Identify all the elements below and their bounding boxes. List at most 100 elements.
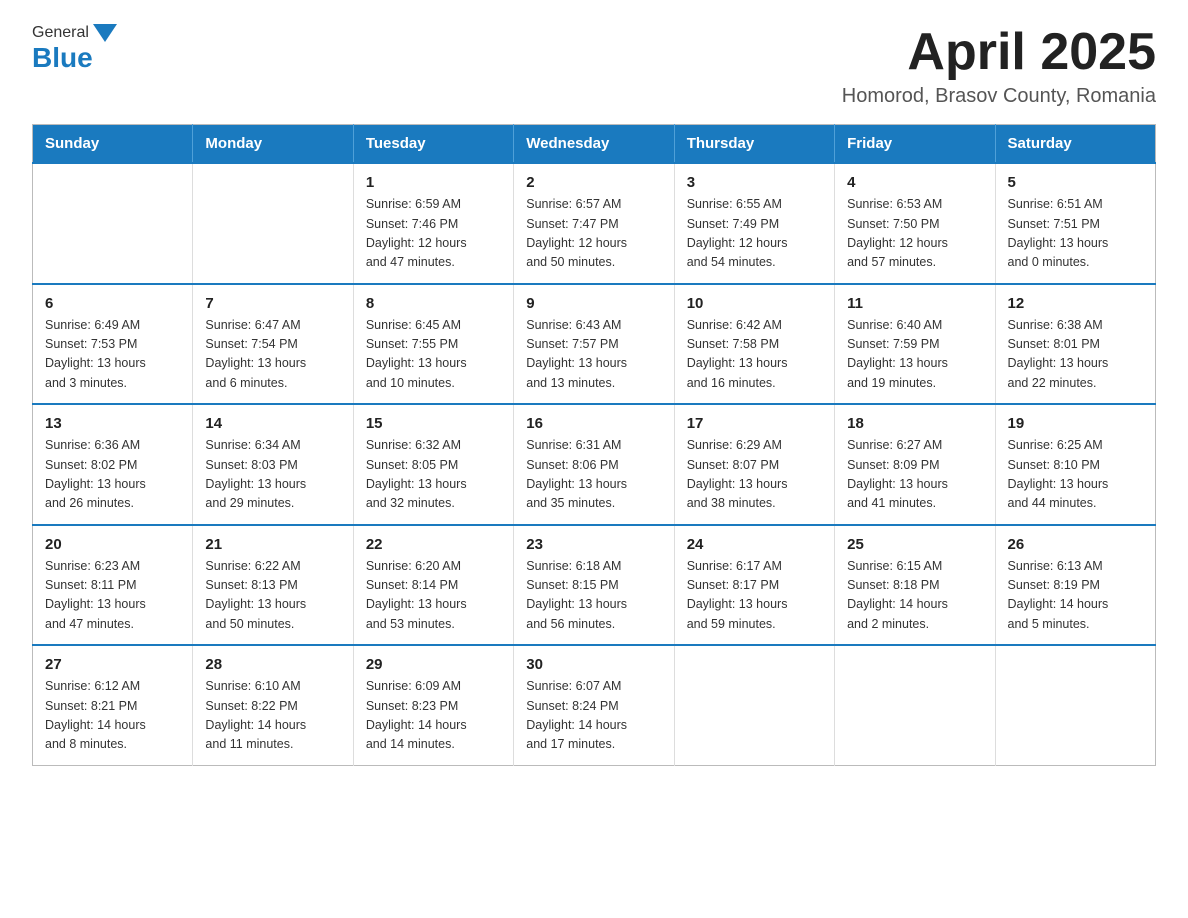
day-number: 2 — [526, 174, 661, 191]
day-info: Sunrise: 6:12 AMSunset: 8:21 PMDaylight:… — [45, 677, 180, 755]
month-title: April 2025 — [842, 24, 1156, 81]
calendar-cell — [995, 645, 1155, 765]
day-info: Sunrise: 6:31 AMSunset: 8:06 PMDaylight:… — [526, 436, 661, 514]
calendar-cell: 2 Sunrise: 6:57 AMSunset: 7:47 PMDaylight… — [514, 163, 674, 284]
day-info: Sunrise: 6:10 AMSunset: 8:22 PMDaylight:… — [205, 677, 340, 755]
calendar-cell — [33, 163, 193, 284]
calendar-week-1: 1Sunrise: 6:59 AMSunset: 7:46 PMDaylight… — [33, 163, 1156, 284]
day-number: 18 — [847, 415, 982, 432]
weekday-header-thursday: Thursday — [674, 125, 834, 164]
weekday-header-monday: Monday — [193, 125, 353, 164]
day-info: Sunrise: 6:07 AMSunset: 8:24 PMDaylight:… — [526, 677, 661, 755]
calendar-cell: 27 Sunrise: 6:12 AMSunset: 8:21 PMDayligh… — [33, 645, 193, 765]
calendar-cell: 12Sunrise: 6:38 AMSunset: 8:01 PMDayligh… — [995, 284, 1155, 405]
day-number: 5 — [1008, 174, 1143, 191]
day-info: Sunrise: 6:20 AMSunset: 8:14 PMDaylight:… — [366, 557, 501, 635]
day-number: 3 — [687, 174, 822, 191]
day-number: 28 — [205, 656, 340, 673]
day-info: Sunrise: 6:29 AMSunset: 8:07 PMDaylight:… — [687, 436, 822, 514]
day-number: 27 — [45, 656, 180, 673]
day-info: Sunrise: 6:53 AMSunset: 7:50 PMDaylight:… — [847, 195, 982, 273]
day-number: 12 — [1008, 295, 1143, 312]
day-number: 4 — [847, 174, 982, 191]
day-info: Sunrise: 6:09 AMSunset: 8:23 PMDaylight:… — [366, 677, 501, 755]
weekday-header-tuesday: Tuesday — [353, 125, 513, 164]
calendar-cell: 25Sunrise: 6:15 AMSunset: 8:18 PMDayligh… — [835, 525, 995, 646]
day-info: Sunrise: 6:34 AMSunset: 8:03 PMDaylight:… — [205, 436, 340, 514]
calendar-week-4: 20 Sunrise: 6:23 AMSunset: 8:11 PMDayligh… — [33, 525, 1156, 646]
calendar-cell: 10 Sunrise: 6:42 AMSunset: 7:58 PMDayligh… — [674, 284, 834, 405]
calendar-cell: 18 Sunrise: 6:27 AMSunset: 8:09 PMDayligh… — [835, 404, 995, 525]
calendar-cell: 17Sunrise: 6:29 AMSunset: 8:07 PMDayligh… — [674, 404, 834, 525]
location-title: Homorod, Brasov County, Romania — [842, 85, 1156, 108]
day-number: 29 — [366, 656, 501, 673]
calendar-header: SundayMondayTuesdayWednesdayThursdayFrid… — [33, 125, 1156, 164]
day-number: 16 — [526, 415, 661, 432]
calendar-cell: 16 Sunrise: 6:31 AMSunset: 8:06 PMDayligh… — [514, 404, 674, 525]
day-number: 7 — [205, 295, 340, 312]
day-info: Sunrise: 6:45 AMSunset: 7:55 PMDaylight:… — [366, 316, 501, 394]
calendar-cell: 11Sunrise: 6:40 AMSunset: 7:59 PMDayligh… — [835, 284, 995, 405]
calendar-table: SundayMondayTuesdayWednesdayThursdayFrid… — [32, 124, 1156, 766]
day-number: 19 — [1008, 415, 1143, 432]
day-number: 14 — [205, 415, 340, 432]
day-number: 6 — [45, 295, 180, 312]
calendar-week-2: 6Sunrise: 6:49 AMSunset: 7:53 PMDaylight… — [33, 284, 1156, 405]
calendar-cell: 30 Sunrise: 6:07 AMSunset: 8:24 PMDayligh… — [514, 645, 674, 765]
calendar-week-3: 13 Sunrise: 6:36 AMSunset: 8:02 PMDayligh… — [33, 404, 1156, 525]
calendar-cell: 13 Sunrise: 6:36 AMSunset: 8:02 PMDayligh… — [33, 404, 193, 525]
weekday-header-wednesday: Wednesday — [514, 125, 674, 164]
calendar-cell — [674, 645, 834, 765]
day-info: Sunrise: 6:57 AMSunset: 7:47 PMDaylight:… — [526, 195, 661, 273]
day-info: Sunrise: 6:55 AMSunset: 7:49 PMDaylight:… — [687, 195, 822, 273]
calendar-cell: 9Sunrise: 6:43 AMSunset: 7:57 PMDaylight… — [514, 284, 674, 405]
day-number: 11 — [847, 295, 982, 312]
calendar-body: 1Sunrise: 6:59 AMSunset: 7:46 PMDaylight… — [33, 163, 1156, 765]
calendar-cell: 20 Sunrise: 6:23 AMSunset: 8:11 PMDayligh… — [33, 525, 193, 646]
calendar-cell: 3 Sunrise: 6:55 AMSunset: 7:49 PMDaylight… — [674, 163, 834, 284]
day-info: Sunrise: 6:23 AMSunset: 8:11 PMDaylight:… — [45, 557, 180, 635]
calendar-cell: 7 Sunrise: 6:47 AMSunset: 7:54 PMDaylight… — [193, 284, 353, 405]
day-number: 20 — [45, 536, 180, 553]
weekday-header-row: SundayMondayTuesdayWednesdayThursdayFrid… — [33, 125, 1156, 164]
day-info: Sunrise: 6:47 AMSunset: 7:54 PMDaylight:… — [205, 316, 340, 394]
day-number: 10 — [687, 295, 822, 312]
day-number: 8 — [366, 295, 501, 312]
day-number: 23 — [526, 536, 661, 553]
day-number: 30 — [526, 656, 661, 673]
day-info: Sunrise: 6:51 AMSunset: 7:51 PMDaylight:… — [1008, 195, 1143, 273]
weekday-header-friday: Friday — [835, 125, 995, 164]
calendar-cell — [835, 645, 995, 765]
day-info: Sunrise: 6:36 AMSunset: 8:02 PMDaylight:… — [45, 436, 180, 514]
logo-triangle-icon — [93, 24, 117, 42]
calendar-cell: 8 Sunrise: 6:45 AMSunset: 7:55 PMDaylight… — [353, 284, 513, 405]
calendar-cell: 1Sunrise: 6:59 AMSunset: 7:46 PMDaylight… — [353, 163, 513, 284]
calendar-cell: 28 Sunrise: 6:10 AMSunset: 8:22 PMDayligh… — [193, 645, 353, 765]
day-info: Sunrise: 6:22 AMSunset: 8:13 PMDaylight:… — [205, 557, 340, 635]
calendar-cell: 14 Sunrise: 6:34 AMSunset: 8:03 PMDayligh… — [193, 404, 353, 525]
calendar-cell: 5 Sunrise: 6:51 AMSunset: 7:51 PMDaylight… — [995, 163, 1155, 284]
day-number: 9 — [526, 295, 661, 312]
calendar-cell: 19 Sunrise: 6:25 AMSunset: 8:10 PMDayligh… — [995, 404, 1155, 525]
day-number: 13 — [45, 415, 180, 432]
day-info: Sunrise: 6:32 AMSunset: 8:05 PMDaylight:… — [366, 436, 501, 514]
day-info: Sunrise: 6:25 AMSunset: 8:10 PMDaylight:… — [1008, 436, 1143, 514]
weekday-header-sunday: Sunday — [33, 125, 193, 164]
day-info: Sunrise: 6:13 AMSunset: 8:19 PMDaylight:… — [1008, 557, 1143, 635]
day-info: Sunrise: 6:18 AMSunset: 8:15 PMDaylight:… — [526, 557, 661, 635]
day-number: 21 — [205, 536, 340, 553]
day-info: Sunrise: 6:59 AMSunset: 7:46 PMDaylight:… — [366, 195, 501, 273]
calendar-cell: 23 Sunrise: 6:18 AMSunset: 8:15 PMDayligh… — [514, 525, 674, 646]
calendar-cell: 29 Sunrise: 6:09 AMSunset: 8:23 PMDayligh… — [353, 645, 513, 765]
calendar-cell: 4 Sunrise: 6:53 AMSunset: 7:50 PMDaylight… — [835, 163, 995, 284]
day-info: Sunrise: 6:42 AMSunset: 7:58 PMDaylight:… — [687, 316, 822, 394]
calendar-cell — [193, 163, 353, 284]
page-header: General Blue April 2025 Homorod, Brasov … — [32, 24, 1156, 108]
day-info: Sunrise: 6:17 AMSunset: 8:17 PMDaylight:… — [687, 557, 822, 635]
calendar-cell: 21 Sunrise: 6:22 AMSunset: 8:13 PMDayligh… — [193, 525, 353, 646]
day-number: 25 — [847, 536, 982, 553]
weekday-header-saturday: Saturday — [995, 125, 1155, 164]
calendar-week-5: 27 Sunrise: 6:12 AMSunset: 8:21 PMDayligh… — [33, 645, 1156, 765]
logo: General Blue — [32, 24, 121, 74]
day-info: Sunrise: 6:27 AMSunset: 8:09 PMDaylight:… — [847, 436, 982, 514]
